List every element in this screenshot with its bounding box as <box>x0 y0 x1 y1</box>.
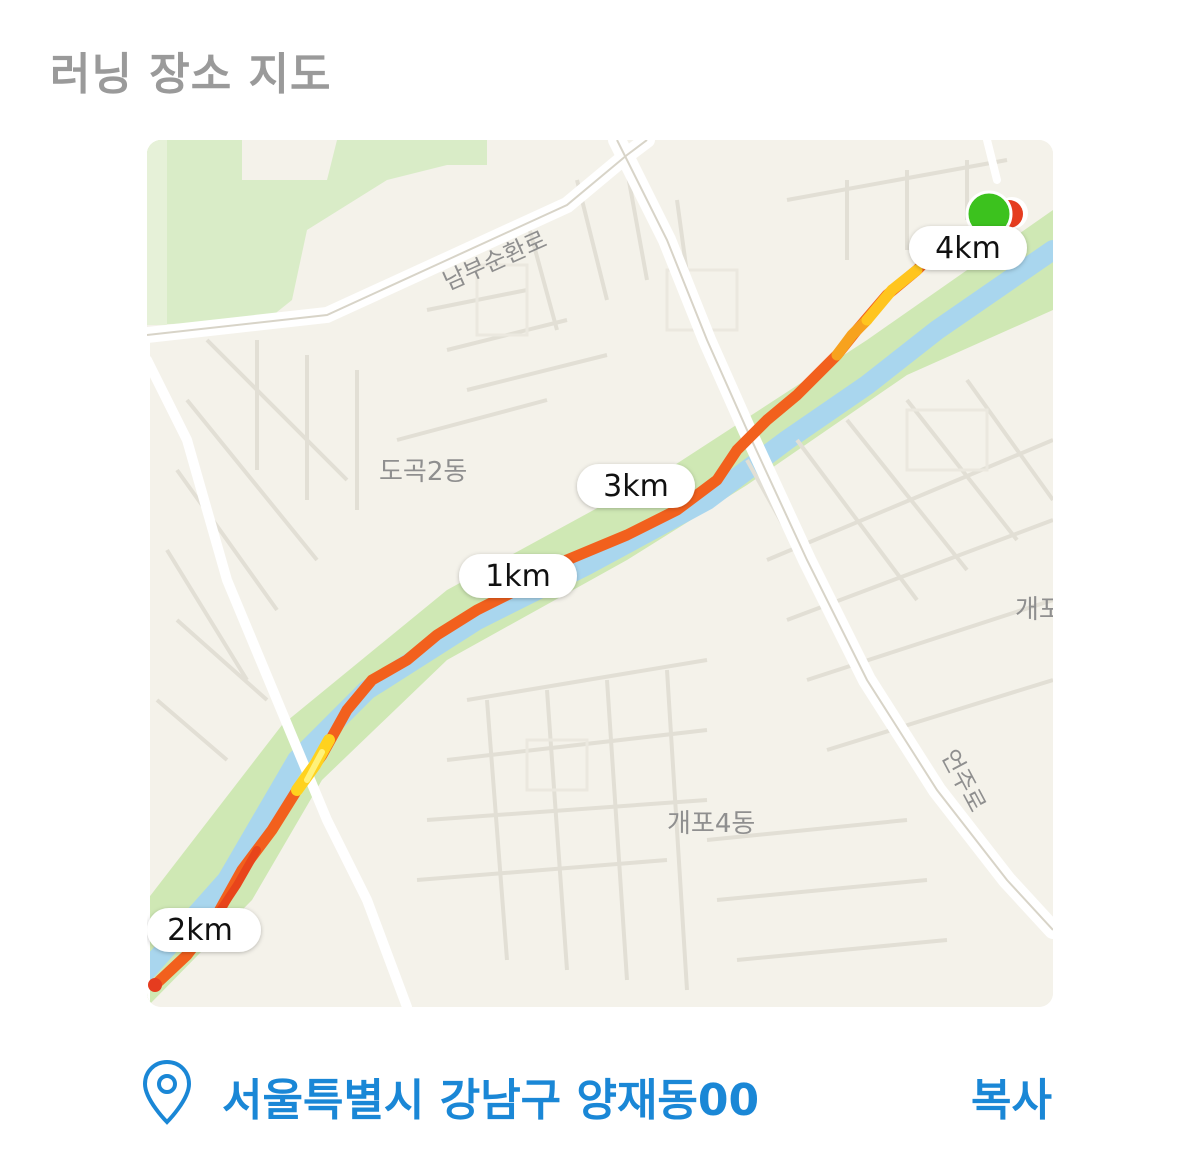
distance-label-4km: 4km <box>935 231 1001 266</box>
page-title: 러닝 장소 지도 <box>50 49 332 100</box>
location-footer: 서울특별시 강남구 양재동00 복사 <box>140 1052 1060 1132</box>
distance-marker-4km: 4km <box>909 226 1027 270</box>
distance-label-1km: 1km <box>485 559 551 594</box>
map-pin-icon <box>140 1058 194 1128</box>
area-label-gaepo4: 개포4동 <box>667 809 755 839</box>
area-label-gaepo-edge: 개포 <box>1015 595 1053 625</box>
distance-marker-1km: 1km <box>459 554 577 598</box>
distance-label-2km: 2km <box>167 913 233 948</box>
route-map[interactable]: 남부순환로 도곡2동 개포4동 개포 언주로 1km 2km 3km 4km <box>147 140 1053 1007</box>
map-canvas[interactable]: 남부순환로 도곡2동 개포4동 개포 언주로 1km 2km 3km 4km <box>147 140 1053 1007</box>
distance-marker-2km: 2km <box>147 908 261 952</box>
copy-button[interactable]: 복사 <box>971 1064 1052 1128</box>
distance-marker-3km: 3km <box>577 464 695 508</box>
location-address: 서울특별시 강남구 양재동00 <box>222 1075 760 1126</box>
distance-label-3km: 3km <box>603 469 669 504</box>
area-label-dogok: 도곡2동 <box>379 457 467 487</box>
